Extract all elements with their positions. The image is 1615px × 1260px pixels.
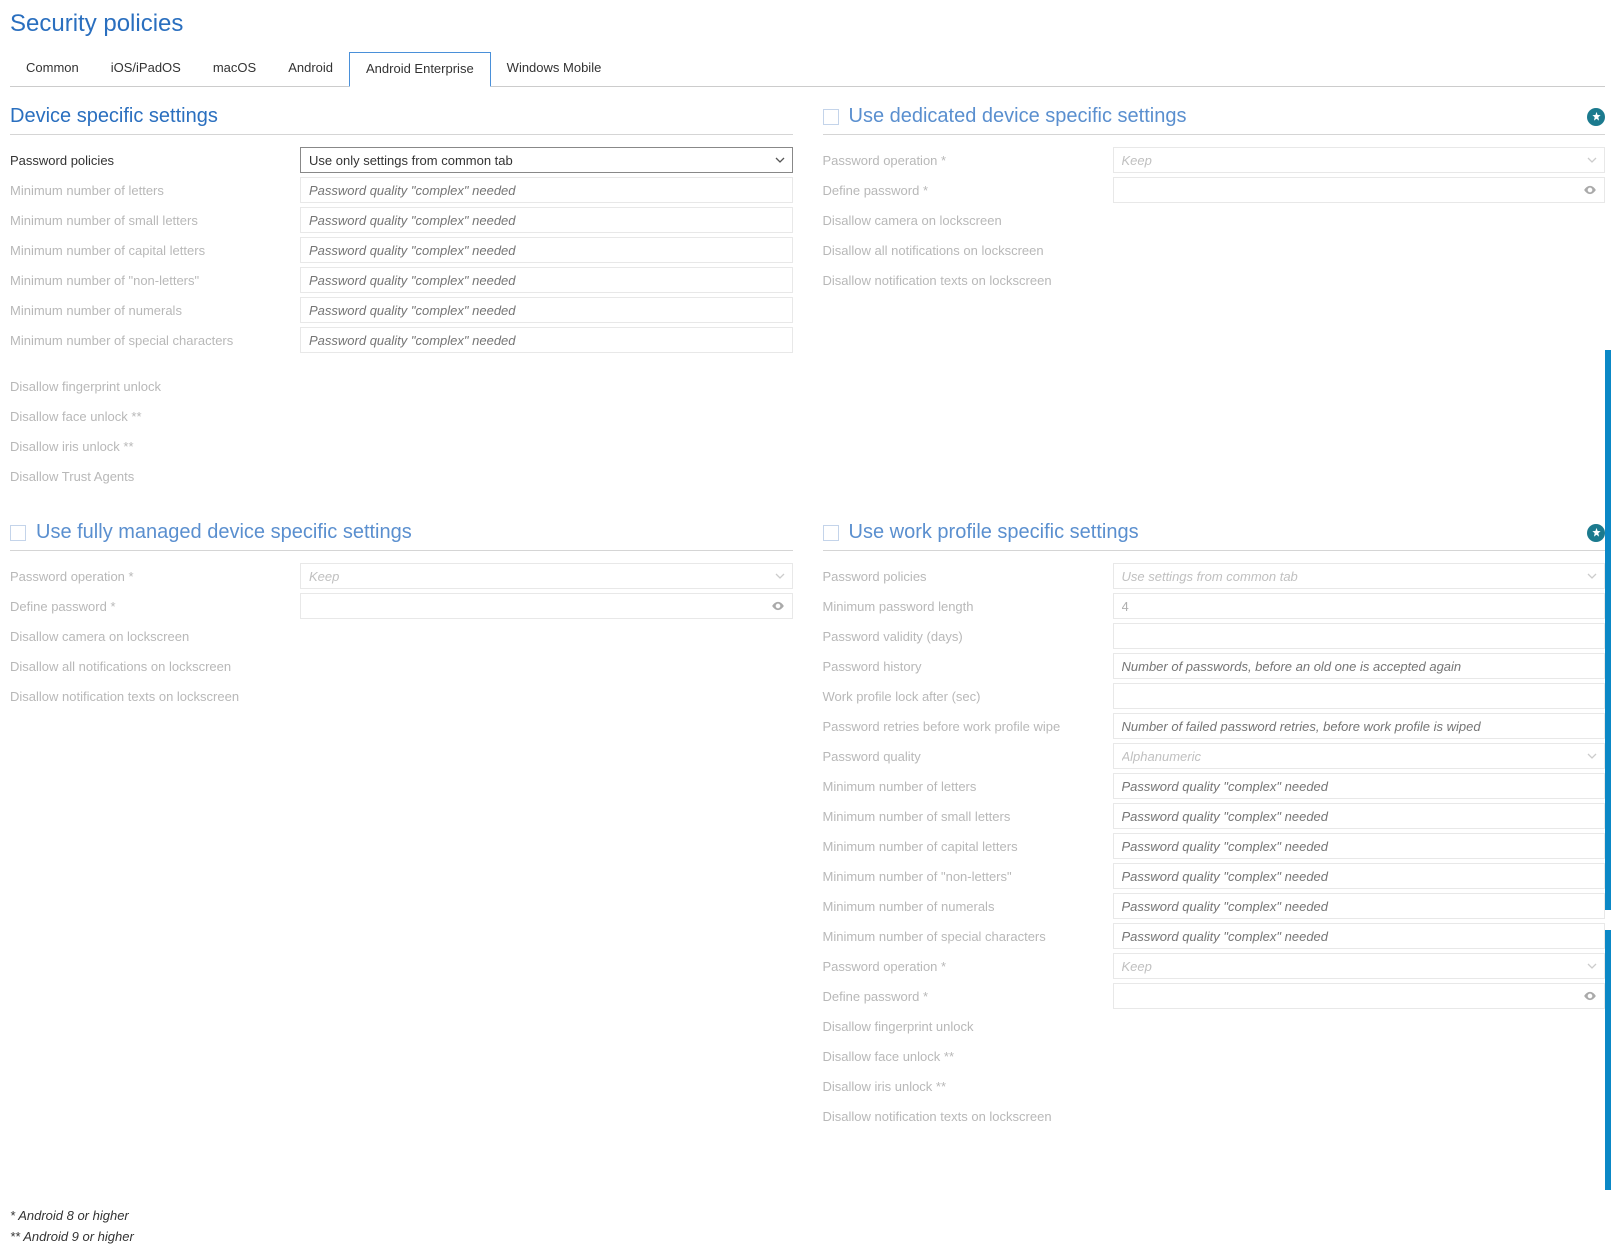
input-min-nonletters — [300, 267, 793, 293]
tab-ios[interactable]: iOS/iPadOS — [95, 52, 197, 86]
section-fully-managed: Use fully managed device specific settin… — [10, 521, 793, 1131]
row-disallow-iris: Disallow iris unlock ** — [10, 431, 793, 461]
input-wp-min-special — [1113, 923, 1606, 949]
row-wp-notif-texts: Disallow notification texts on lockscree… — [823, 1101, 1606, 1131]
row-ded-notif-texts: Disallow notification texts on lockscree… — [823, 265, 1606, 295]
input-wp-define-password — [1113, 983, 1606, 1009]
tab-common[interactable]: Common — [10, 52, 95, 86]
checkbox-fully-managed[interactable] — [10, 525, 26, 541]
tab-android-enterprise[interactable]: Android Enterprise — [349, 52, 491, 87]
input-wp-min-letters — [1113, 773, 1606, 799]
input-min-letters — [300, 177, 793, 203]
input-wp-history — [1113, 653, 1606, 679]
input-min-capital-letters — [300, 237, 793, 263]
label-wp-validity: Password validity (days) — [823, 629, 1113, 644]
select-wp-password-policies — [1113, 563, 1606, 589]
label-wp-min-letters: Minimum number of letters — [823, 779, 1113, 794]
row-disallow-trust-agents: Disallow Trust Agents — [10, 461, 793, 491]
label-fm-password-op: Password operation * — [10, 569, 300, 584]
row-wp-face: Disallow face unlock ** — [823, 1041, 1606, 1071]
label-wp-quality: Password quality — [823, 749, 1113, 764]
row-fm-notif-texts: Disallow notification texts on lockscree… — [10, 681, 793, 711]
select-password-policies[interactable] — [300, 147, 793, 173]
section-title-device-specific: Device specific settings — [10, 105, 218, 128]
tab-macos[interactable]: macOS — [197, 52, 272, 86]
label-wp-min-length: Minimum password length — [823, 599, 1113, 614]
star-icon[interactable] — [1587, 524, 1605, 542]
footnote-2: ** Android 9 or higher — [10, 1229, 134, 1244]
scrollbar-segment[interactable] — [1605, 350, 1611, 910]
input-min-numerals — [300, 297, 793, 323]
select-ded-password-op — [1113, 147, 1606, 173]
input-wp-retries-wipe — [1113, 713, 1606, 739]
label-wp-min-capital: Minimum number of capital letters — [823, 839, 1113, 854]
input-wp-min-numerals — [1113, 893, 1606, 919]
input-wp-min-small — [1113, 803, 1606, 829]
footnote-1: * Android 8 or higher — [10, 1208, 134, 1223]
section-title-work-profile: Use work profile specific settings — [849, 521, 1139, 544]
label-min-letters: Minimum number of letters — [10, 183, 300, 198]
input-min-special — [300, 327, 793, 353]
row-disallow-fingerprint: Disallow fingerprint unlock — [10, 371, 793, 401]
label-wp-history: Password history — [823, 659, 1113, 674]
input-wp-min-capital — [1113, 833, 1606, 859]
row-fm-camera: Disallow camera on lockscreen — [10, 621, 793, 651]
tab-windows-mobile[interactable]: Windows Mobile — [491, 52, 618, 86]
label-wp-min-special: Minimum number of special characters — [823, 929, 1113, 944]
label-password-policies: Password policies — [10, 153, 300, 168]
input-wp-lock-after — [1113, 683, 1606, 709]
label-wp-min-nonletters: Minimum number of "non-letters" — [823, 869, 1113, 884]
label-min-nonletters: Minimum number of "non-letters" — [10, 273, 300, 288]
star-icon[interactable] — [1587, 108, 1605, 126]
select-wp-quality — [1113, 743, 1606, 769]
section-title-dedicated: Use dedicated device specific settings — [849, 105, 1187, 128]
input-ded-define-password — [1113, 177, 1606, 203]
label-wp-define-password: Define password * — [823, 989, 1113, 1004]
select-fm-password-op — [300, 563, 793, 589]
label-wp-retries-wipe: Password retries before work profile wip… — [823, 719, 1113, 734]
section-title-fully-managed: Use fully managed device specific settin… — [36, 521, 412, 544]
label-wp-min-numerals: Minimum number of numerals — [823, 899, 1113, 914]
input-wp-min-length — [1113, 593, 1606, 619]
label-min-special: Minimum number of special characters — [10, 333, 300, 348]
label-fm-define-password: Define password * — [10, 599, 300, 614]
row-disallow-face: Disallow face unlock ** — [10, 401, 793, 431]
checkbox-dedicated[interactable] — [823, 109, 839, 125]
row-ded-camera: Disallow camera on lockscreen — [823, 205, 1606, 235]
input-wp-validity — [1113, 623, 1606, 649]
checkbox-work-profile[interactable] — [823, 525, 839, 541]
eye-icon[interactable] — [1583, 183, 1597, 197]
section-device-specific: Device specific settings Password polici… — [10, 105, 793, 491]
row-fm-all-notif: Disallow all notifications on lockscreen — [10, 651, 793, 681]
row-ded-all-notif: Disallow all notifications on lockscreen — [823, 235, 1606, 265]
label-min-capital-letters: Minimum number of capital letters — [10, 243, 300, 258]
label-ded-define-password: Define password * — [823, 183, 1113, 198]
label-wp-password-policies: Password policies — [823, 569, 1113, 584]
input-wp-min-nonletters — [1113, 863, 1606, 889]
label-min-numerals: Minimum number of numerals — [10, 303, 300, 318]
label-wp-lock-after: Work profile lock after (sec) — [823, 689, 1113, 704]
tabs: Common iOS/iPadOS macOS Android Android … — [10, 52, 1605, 87]
section-dedicated: Use dedicated device specific settings P… — [823, 105, 1606, 491]
page-title: Security policies — [10, 10, 1605, 38]
label-wp-password-op: Password operation * — [823, 959, 1113, 974]
row-wp-fingerprint: Disallow fingerprint unlock — [823, 1011, 1606, 1041]
label-wp-min-small: Minimum number of small letters — [823, 809, 1113, 824]
label-ded-password-op: Password operation * — [823, 153, 1113, 168]
row-wp-iris: Disallow iris unlock ** — [823, 1071, 1606, 1101]
select-wp-password-op — [1113, 953, 1606, 979]
tab-android[interactable]: Android — [272, 52, 349, 86]
input-fm-define-password — [300, 593, 793, 619]
input-min-small-letters — [300, 207, 793, 233]
scrollbar-segment[interactable] — [1605, 930, 1611, 1190]
eye-icon[interactable] — [771, 599, 785, 613]
section-work-profile: Use work profile specific settings Passw… — [823, 521, 1606, 1131]
eye-icon[interactable] — [1583, 989, 1597, 1003]
label-min-small-letters: Minimum number of small letters — [10, 213, 300, 228]
footnotes: * Android 8 or higher ** Android 9 or hi… — [10, 1202, 134, 1244]
